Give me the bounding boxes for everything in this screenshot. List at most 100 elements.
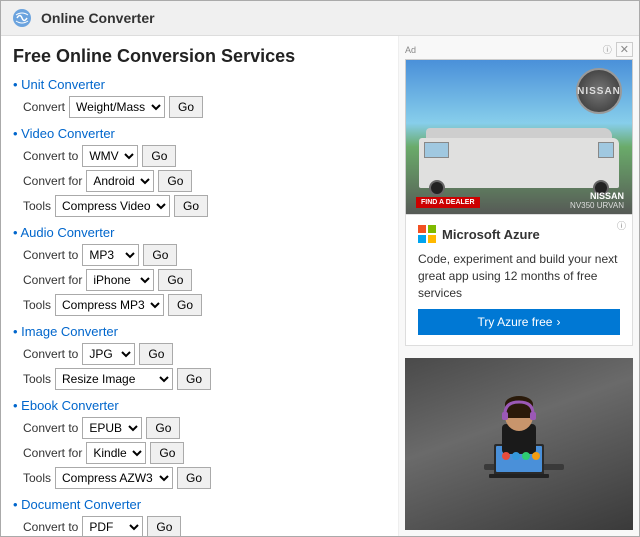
azure-sq-2 <box>428 225 436 233</box>
row-audio-1: Convert for iPhoneAndroidiPadGo <box>23 269 386 291</box>
azure-info[interactable]: ⓘ <box>617 219 626 232</box>
row-video-0: Convert to WMVMP4AVIMOVGo <box>23 145 386 167</box>
row-label-audio-2: Tools <box>23 298 51 312</box>
row-label-ebook-1: Convert for <box>23 446 82 460</box>
azure-sq-4 <box>428 235 436 243</box>
section-title-audio[interactable]: Audio Converter <box>13 225 386 240</box>
select-audio-2[interactable]: Compress MP3Trim AudioMerge MP3 <box>55 294 164 316</box>
go-button-audio-0[interactable]: Go <box>143 244 177 266</box>
select-ebook-1[interactable]: KindleKoboiPad <box>86 442 146 464</box>
select-document-0[interactable]: PDFDOCXTXTODT <box>82 516 143 536</box>
section-title-video[interactable]: Video Converter <box>13 126 386 141</box>
azure-sq-3 <box>418 235 426 243</box>
select-video-1[interactable]: AndroidiPhoneiPadPS4 <box>86 170 154 192</box>
row-image-1: Tools Resize ImageCompress ImageCrop Imag… <box>23 368 386 390</box>
row-label-ebook-2: Tools <box>23 471 51 485</box>
van-body <box>419 138 619 188</box>
find-dealer-btn[interactable]: FIND A DEALER <box>416 197 480 208</box>
row-label-video-0: Convert to <box>23 149 78 163</box>
select-video-0[interactable]: WMVMP4AVIMOV <box>82 145 138 167</box>
row-label-ebook-0: Convert to <box>23 421 78 435</box>
go-button-audio-2[interactable]: Go <box>168 294 202 316</box>
section-title-unit[interactable]: Unit Converter <box>13 77 386 92</box>
select-image-1[interactable]: Resize ImageCompress ImageCrop Image <box>55 368 173 390</box>
azure-body-text: Code, experiment and build your next gre… <box>418 251 620 301</box>
azure-btn-label: Try Azure free <box>478 315 553 329</box>
section-title-image[interactable]: Image Converter <box>13 324 386 339</box>
ad-label: Ad <box>405 45 416 55</box>
ad-controls: ⓘ ✕ <box>603 42 633 57</box>
sections-container: Unit Converter Convert Weight/MassLengthVo… <box>13 77 386 536</box>
main-panel: Free Online Conversion Services Unit Con… <box>1 36 399 536</box>
row-document-0: Convert to PDFDOCXTXTODTGo <box>23 516 386 536</box>
nissan-ad: Ad ⓘ ✕ NISSAN <box>405 42 633 202</box>
go-button-document-0[interactable]: Go <box>147 516 181 536</box>
azure-cta-button[interactable]: Try Azure free › <box>418 309 620 335</box>
go-button-unit-0[interactable]: Go <box>169 96 203 118</box>
row-audio-0: Convert to MP3WAVAACFLACGo <box>23 244 386 266</box>
ad-info-icon[interactable]: ⓘ <box>603 43 612 56</box>
go-button-audio-1[interactable]: Go <box>158 269 192 291</box>
select-audio-1[interactable]: iPhoneAndroidiPad <box>86 269 154 291</box>
van-window <box>424 142 449 158</box>
section-unit: Unit Converter Convert Weight/MassLengthVo… <box>13 77 386 118</box>
azure-ad: ⓘ Microsoft Azure Code, experiment and b… <box>405 214 633 346</box>
row-label-audio-0: Convert to <box>23 248 78 262</box>
go-button-video-0[interactable]: Go <box>142 145 176 167</box>
row-audio-2: Tools Compress MP3Trim AudioMerge MP3Go <box>23 294 386 316</box>
person-photo <box>405 358 633 530</box>
row-ebook-1: Convert for KindleKoboiPadGo <box>23 442 386 464</box>
nissan-model-text: NISSAN NV350 URVAN <box>570 191 624 210</box>
go-button-ebook-1[interactable]: Go <box>150 442 184 464</box>
section-audio: Audio ConverterConvert toMP3WAVAACFLACGo… <box>13 225 386 316</box>
section-title-document[interactable]: Document Converter <box>13 497 386 512</box>
azure-btn-arrow: › <box>556 315 560 329</box>
select-video-2[interactable]: Compress VideoTrim VideoMerge Video <box>55 195 170 217</box>
app-window: Online Converter Free Online Conversion … <box>0 0 640 537</box>
section-video: Video ConverterConvert toWMVMP4AVIMOVGoC… <box>13 126 386 217</box>
titlebar-title: Online Converter <box>41 10 155 26</box>
row-label-unit-0: Convert <box>23 100 65 114</box>
row-label-image-1: Tools <box>23 372 51 386</box>
section-image: Image ConverterConvert toJPGPNGGIFBMPGoT… <box>13 324 386 390</box>
nissan-ad-wrap[interactable]: NISSAN FIND A DEALER NISSAN <box>405 59 633 219</box>
azure-logo <box>418 225 436 243</box>
azure-title: Microsoft Azure <box>442 227 540 242</box>
row-label-image-0: Convert to <box>23 347 78 361</box>
row-ebook-2: Tools Compress AZW3Merge EPUBGo <box>23 467 386 489</box>
select-unit-0[interactable]: Weight/MassLengthVolumeTemperature <box>69 96 165 118</box>
select-ebook-0[interactable]: EPUBMOBIPDFAZW3 <box>82 417 142 439</box>
go-button-video-1[interactable]: Go <box>158 170 192 192</box>
section-title-ebook[interactable]: Ebook Converter <box>13 398 386 413</box>
content-area: Free Online Conversion Services Unit Con… <box>1 36 639 536</box>
select-ebook-2[interactable]: Compress AZW3Merge EPUB <box>55 467 173 489</box>
select-image-0[interactable]: JPGPNGGIFBMP <box>82 343 135 365</box>
nissan-model-variant: NV350 URVAN <box>570 201 624 210</box>
row-ebook-0: Convert to EPUBMOBIPDFAZW3Go <box>23 417 386 439</box>
section-ebook: Ebook Converter Convert to EPUBMOBIPDFAZW3… <box>13 398 386 489</box>
person-svg <box>454 384 584 504</box>
row-label-audio-1: Convert for <box>23 273 82 287</box>
ad-close-button[interactable]: ✕ <box>616 42 633 57</box>
van-wheel-left <box>429 180 445 196</box>
page-title: Free Online Conversion Services <box>13 46 386 67</box>
row-video-2: Tools Compress VideoTrim VideoMerge Video… <box>23 195 386 217</box>
van-window2 <box>598 142 614 158</box>
row-unit-0: Convert Weight/MassLengthVolumeTemperatur… <box>23 96 386 118</box>
ad-column: Ad ⓘ ✕ NISSAN <box>399 36 639 536</box>
go-button-ebook-2[interactable]: Go <box>177 467 211 489</box>
go-button-image-1[interactable]: Go <box>177 368 211 390</box>
person-image-bg <box>405 358 633 530</box>
go-button-ebook-0[interactable]: Go <box>146 417 180 439</box>
titlebar: Online Converter <box>1 1 639 36</box>
van-shape <box>411 126 627 196</box>
select-audio-0[interactable]: MP3WAVAACFLAC <box>82 244 139 266</box>
row-video-1: Convert forAndroidiPhoneiPadPS4Go <box>23 170 386 192</box>
azure-header: Microsoft Azure <box>418 225 620 243</box>
go-button-video-2[interactable]: Go <box>174 195 208 217</box>
section-document: Document Converter Convert to PDFDOCXTXTOD… <box>13 497 386 536</box>
azure-sq-1 <box>418 225 426 233</box>
row-label-video-2: Tools <box>23 199 51 213</box>
go-button-image-0[interactable]: Go <box>139 343 173 365</box>
row-label-document-0: Convert to <box>23 520 78 534</box>
